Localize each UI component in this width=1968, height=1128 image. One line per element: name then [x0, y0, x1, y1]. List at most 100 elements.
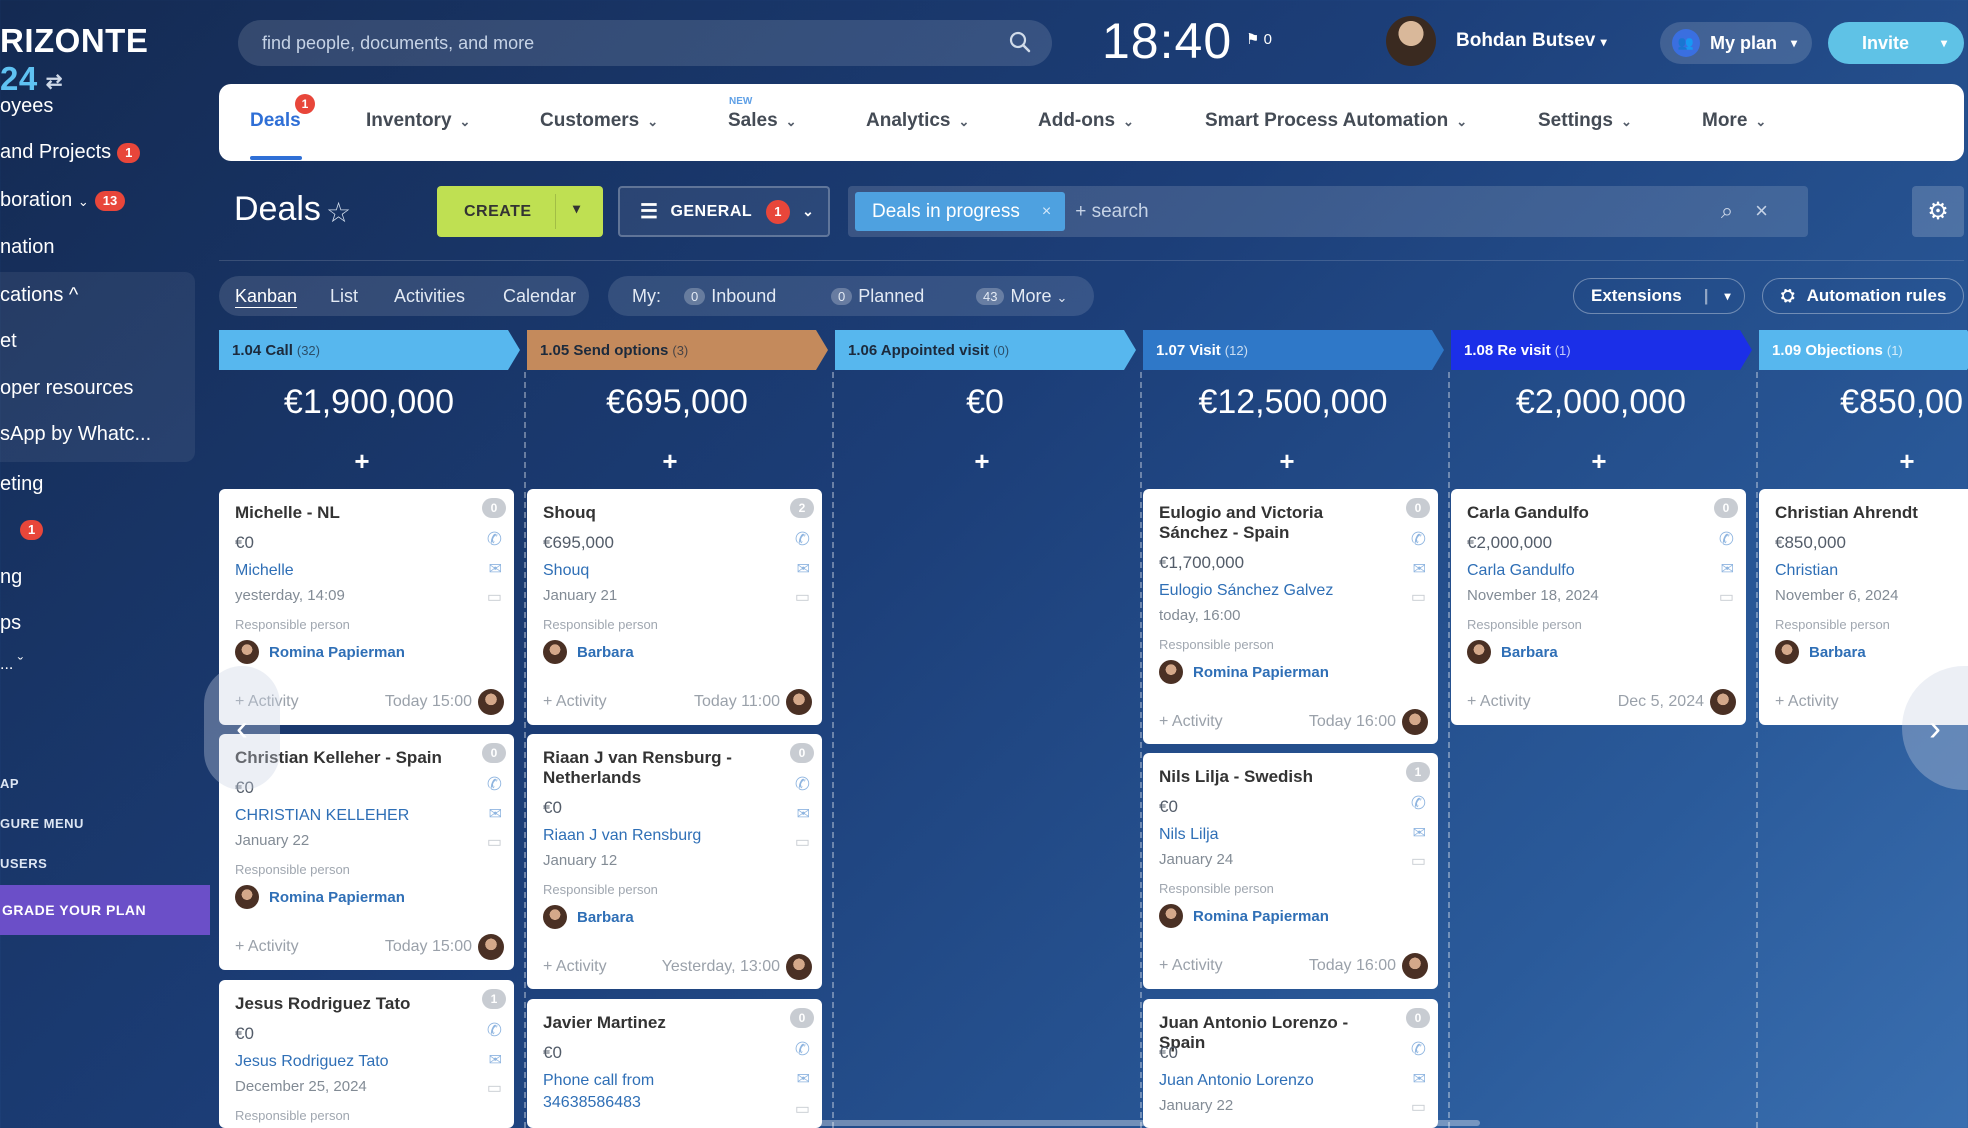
- mail-icon[interactable]: ✉: [1413, 823, 1426, 843]
- deal-title[interactable]: Eulogio and Victoria Sánchez - Spain: [1159, 503, 1384, 543]
- tab-activities[interactable]: Activities: [394, 286, 465, 307]
- responsible-person[interactable]: Romina Papierman: [235, 640, 405, 664]
- add-activity-button[interactable]: + Activity: [235, 938, 299, 956]
- stage-header[interactable]: 1.04 Call (32): [219, 330, 520, 370]
- sidebar-item-market[interactable]: et: [0, 330, 17, 353]
- sidebar-item-marketing[interactable]: eting: [0, 473, 43, 496]
- phone-icon[interactable]: ✆: [1411, 793, 1426, 814]
- responsible-person[interactable]: Romina Papierman: [1159, 904, 1329, 928]
- create-button[interactable]: CREATE ▾: [437, 186, 603, 237]
- phone-icon[interactable]: ✆: [795, 529, 810, 550]
- sidebar-item-unnamed[interactable]: 1: [0, 518, 44, 541]
- deal-title[interactable]: Riaan J van Rensburg - Netherlands: [543, 748, 768, 788]
- add-activity-button[interactable]: + Activity: [1467, 693, 1531, 711]
- deal-card[interactable]: Nils Lilja - Swedish 1 €0 ✆ Nils Lilja ✉…: [1143, 753, 1438, 989]
- automation-rules-button[interactable]: ⛭ Automation rules: [1762, 278, 1964, 314]
- filter-search-input[interactable]: Deals in progress × + search ⌕×: [848, 186, 1808, 237]
- phone-icon[interactable]: ✆: [1719, 529, 1734, 550]
- deal-card[interactable]: Carla Gandulfo 0 €2,000,000 ✆ Carla Gand…: [1451, 489, 1746, 725]
- sidebar-item-applications[interactable]: cations ^: [0, 284, 78, 307]
- sidebar-invite-users[interactable]: USERS: [0, 856, 47, 871]
- deal-contact[interactable]: Carla Gandulfo: [1467, 560, 1575, 582]
- deal-card[interactable]: Juan Antonio Lorenzo - Spain 0 €0 ✆ Juan…: [1143, 999, 1438, 1128]
- chat-icon[interactable]: ▭: [795, 1099, 810, 1119]
- phone-icon[interactable]: ✆: [1411, 1039, 1426, 1060]
- deal-title[interactable]: Christian Ahrendt: [1775, 503, 1968, 523]
- phone-icon[interactable]: ✆: [487, 774, 502, 795]
- deal-card[interactable]: Riaan J van Rensburg - Netherlands 0 €0 …: [527, 734, 822, 989]
- mail-icon[interactable]: ✉: [1721, 559, 1734, 579]
- responsible-person[interactable]: Barbara: [1775, 640, 1866, 664]
- mail-icon[interactable]: ✉: [489, 1050, 502, 1070]
- add-deal-button[interactable]: +: [1757, 446, 1968, 477]
- my-plan-button[interactable]: 👥 My plan ▾: [1660, 22, 1812, 64]
- mail-icon[interactable]: ✉: [797, 559, 810, 579]
- app-logo[interactable]: RIZONTE 24 ⇄: [0, 22, 210, 98]
- add-deal-button[interactable]: +: [212, 446, 512, 477]
- remove-filter-icon[interactable]: ×: [1042, 203, 1051, 221]
- invite-dropdown-icon[interactable]: ▾: [1941, 36, 1947, 50]
- chat-icon[interactable]: ▭: [487, 587, 502, 607]
- sidebar-configure-menu[interactable]: GURE MENU: [0, 816, 84, 831]
- search-icon[interactable]: ⌕: [1721, 198, 1755, 223]
- tab-settings[interactable]: Settings ⌄: [1538, 110, 1632, 132]
- add-deal-button[interactable]: +: [1449, 446, 1749, 477]
- phone-icon[interactable]: ✆: [1411, 529, 1426, 550]
- tab-calendar[interactable]: Calendar: [503, 286, 576, 307]
- deal-title[interactable]: Carla Gandulfo: [1467, 503, 1692, 523]
- create-dropdown-icon[interactable]: ▾: [573, 200, 581, 217]
- tab-addons[interactable]: Add-ons ⌄: [1038, 110, 1134, 132]
- responsible-person[interactable]: Barbara: [543, 640, 634, 664]
- add-activity-button[interactable]: + Activity: [1159, 713, 1223, 731]
- user-menu[interactable]: Bohdan Butsev ▾: [1456, 30, 1607, 52]
- clear-icon[interactable]: ×: [1755, 198, 1790, 223]
- deal-card[interactable]: Eulogio and Victoria Sánchez - Spain 0 €…: [1143, 489, 1438, 744]
- search-field[interactable]: + search: [1075, 201, 1148, 223]
- phone-icon[interactable]: ✆: [487, 1020, 502, 1041]
- invite-button[interactable]: Invite ▾: [1828, 22, 1964, 64]
- responsible-person[interactable]: Barbara: [543, 905, 634, 929]
- clock[interactable]: 18:40: [1102, 12, 1232, 70]
- more-filter[interactable]: 43 More ⌄: [976, 286, 1067, 307]
- sidebar-item-ps[interactable]: ps: [0, 612, 21, 635]
- tab-sales[interactable]: Sales ⌄: [728, 110, 797, 132]
- add-deal-button[interactable]: +: [1137, 446, 1437, 477]
- deal-title[interactable]: Javier Martinez: [543, 1013, 768, 1033]
- deal-contact[interactable]: Michelle: [235, 560, 294, 582]
- scroll-left-arrow[interactable]: ‹: [204, 666, 280, 790]
- mail-icon[interactable]: ✉: [797, 804, 810, 824]
- mail-icon[interactable]: ✉: [1413, 1069, 1426, 1089]
- mail-icon[interactable]: ✉: [797, 1069, 810, 1089]
- chat-icon[interactable]: ▭: [1411, 1097, 1426, 1117]
- chat-icon[interactable]: ▭: [487, 1078, 502, 1098]
- deal-contact[interactable]: Juan Antonio Lorenzo: [1159, 1070, 1314, 1092]
- mail-icon[interactable]: ✉: [489, 804, 502, 824]
- tab-inventory[interactable]: Inventory ⌄: [366, 110, 470, 132]
- add-activity-button[interactable]: + Activity: [543, 693, 607, 711]
- stage-header[interactable]: 1.06 Appointed visit (0): [835, 330, 1136, 370]
- flag-counter[interactable]: ⚑ 0: [1246, 30, 1272, 48]
- tab-smart-process-automation[interactable]: Smart Process Automation ⌄: [1205, 110, 1467, 132]
- chat-icon[interactable]: ▭: [1411, 587, 1426, 607]
- deal-title[interactable]: Nils Lilja - Swedish: [1159, 767, 1384, 787]
- extensions-button[interactable]: Extensions | ▾: [1573, 278, 1745, 314]
- tab-kanban[interactable]: Kanban: [235, 286, 297, 307]
- tab-list[interactable]: List: [330, 286, 358, 307]
- deal-card[interactable]: Jesus Rodriguez Tato 1 €0 ✆ Jesus Rodrig…: [219, 980, 514, 1128]
- deal-contact[interactable]: Eulogio Sánchez Galvez: [1159, 580, 1333, 602]
- deal-card[interactable]: Shouq 2 €695,000 ✆ Shouq ✉ January 21 ▭ …: [527, 489, 822, 725]
- tab-deals[interactable]: Deals: [250, 110, 301, 132]
- stage-header[interactable]: 1.05 Send options (3): [527, 330, 828, 370]
- deal-title[interactable]: Juan Antonio Lorenzo - Spain: [1159, 1013, 1384, 1053]
- planned-filter[interactable]: 0 Planned: [831, 286, 924, 307]
- responsible-person[interactable]: Barbara: [1467, 640, 1558, 664]
- filter-tag[interactable]: Deals in progress ×: [855, 192, 1066, 231]
- star-icon[interactable]: ☆: [326, 196, 351, 229]
- chat-icon[interactable]: ▭: [1719, 587, 1734, 607]
- phone-icon[interactable]: ✆: [795, 774, 810, 795]
- chat-icon[interactable]: ▭: [795, 587, 810, 607]
- stage-header[interactable]: 1.09 Objections (1): [1759, 330, 1968, 370]
- deal-contact[interactable]: Nils Lilja: [1159, 824, 1219, 846]
- deal-contact[interactable]: Christian: [1775, 560, 1838, 582]
- mail-icon[interactable]: ✉: [489, 559, 502, 579]
